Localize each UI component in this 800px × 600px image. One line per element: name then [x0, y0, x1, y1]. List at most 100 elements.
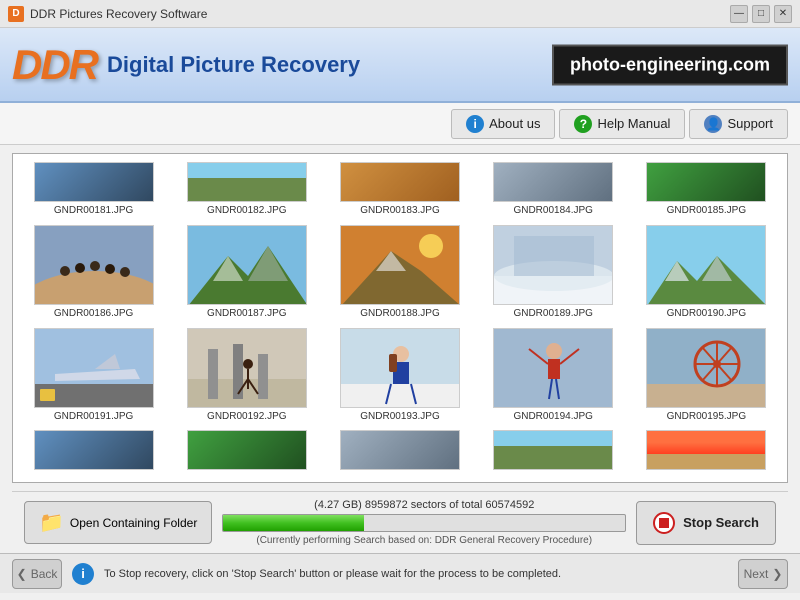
info-icon: i — [466, 115, 484, 133]
list-item[interactable]: GNDR00187.JPG — [174, 225, 319, 320]
list-item[interactable] — [634, 430, 779, 474]
list-item[interactable]: GNDR00185.JPG — [634, 162, 779, 217]
filename: GNDR00184.JPG — [513, 205, 592, 216]
list-item[interactable]: GNDR00188.JPG — [327, 225, 472, 320]
next-button[interactable]: Next ❯ — [738, 559, 788, 589]
image-gallery: GNDR00181.JPG GNDR00182.JPG GNDR00183.JP… — [12, 153, 788, 483]
website-badge: photo-engineering.com — [552, 44, 788, 85]
filename: GNDR00187.JPG — [207, 308, 286, 319]
list-item[interactable]: GNDR00194.JPG — [481, 328, 626, 423]
support-button[interactable]: 👤 Support — [689, 109, 788, 139]
next-label: Next — [744, 567, 769, 581]
list-item[interactable] — [21, 430, 166, 474]
about-us-button[interactable]: i About us — [451, 109, 555, 139]
progress-text: (4.27 GB) 8959872 sectors of total 60574… — [222, 499, 626, 511]
status-message: To Stop recovery, click on 'Stop Search'… — [104, 568, 728, 580]
navbar: i About us ? Help Manual 👤 Support — [0, 103, 800, 145]
thumbnail — [187, 328, 307, 408]
image-grid: GNDR00181.JPG GNDR00182.JPG GNDR00183.JP… — [13, 154, 787, 482]
thumbnail — [493, 328, 613, 408]
list-item[interactable] — [174, 430, 319, 474]
thumbnail — [646, 430, 766, 470]
filename: GNDR00182.JPG — [207, 205, 286, 216]
support-icon: 👤 — [704, 115, 722, 133]
thumbnail — [187, 225, 307, 305]
filename: GNDR00193.JPG — [360, 411, 439, 422]
progress-sub-text: (Currently performing Search based on: D… — [222, 535, 626, 546]
back-button[interactable]: ❮ Back — [12, 559, 62, 589]
thumbnail — [340, 430, 460, 470]
window-controls: — □ ✕ — [730, 5, 792, 23]
thumbnail — [340, 225, 460, 305]
thumbnail — [187, 162, 307, 202]
folder-icon: 📁 — [39, 510, 64, 535]
list-item[interactable]: GNDR00184.JPG — [481, 162, 626, 217]
about-us-label: About us — [489, 116, 540, 131]
filename: GNDR00192.JPG — [207, 411, 286, 422]
stop-label: Stop Search — [683, 515, 759, 530]
status-bar: ❮ Back i To Stop recovery, click on 'Sto… — [0, 553, 800, 593]
list-item[interactable]: GNDR00182.JPG — [174, 162, 319, 217]
filename: GNDR00191.JPG — [54, 411, 133, 422]
list-item[interactable] — [327, 430, 472, 474]
titlebar-title: DDR Pictures Recovery Software — [30, 7, 730, 21]
thumbnail — [34, 225, 154, 305]
filename: GNDR00189.JPG — [513, 308, 592, 319]
open-containing-folder-button[interactable]: 📁 Open Containing Folder — [24, 501, 212, 544]
back-label: Back — [31, 567, 58, 581]
app-icon: D — [8, 6, 24, 22]
list-item[interactable]: GNDR00183.JPG — [327, 162, 472, 217]
progress-area: (4.27 GB) 8959872 sectors of total 60574… — [222, 499, 626, 546]
thumbnail — [34, 430, 154, 470]
help-manual-button[interactable]: ? Help Manual — [559, 109, 685, 139]
website-text: photo-engineering.com — [570, 54, 770, 74]
progress-bar — [222, 514, 626, 532]
thumbnail — [34, 328, 154, 408]
list-item[interactable] — [481, 430, 626, 474]
support-label: Support — [727, 116, 773, 131]
list-item[interactable]: GNDR00195.JPG — [634, 328, 779, 423]
thumbnail — [34, 162, 154, 202]
close-button[interactable]: ✕ — [774, 5, 792, 23]
list-item[interactable]: GNDR00193.JPG — [327, 328, 472, 423]
filename: GNDR00183.JPG — [360, 205, 439, 216]
help-manual-label: Help Manual — [597, 116, 670, 131]
logo-ddr: DDR — [12, 44, 97, 86]
list-item[interactable]: GNDR00192.JPG — [174, 328, 319, 423]
filename: GNDR00186.JPG — [54, 308, 133, 319]
thumbnail — [493, 225, 613, 305]
filename: GNDR00181.JPG — [54, 205, 133, 216]
open-folder-label: Open Containing Folder — [70, 516, 197, 530]
thumbnail — [493, 162, 613, 202]
logo-text: Digital Picture Recovery — [107, 52, 360, 78]
action-bar: 📁 Open Containing Folder (4.27 GB) 89598… — [12, 491, 788, 553]
stop-search-button[interactable]: Stop Search — [636, 501, 776, 545]
progress-bar-fill — [223, 515, 364, 531]
back-arrow-icon: ❮ — [17, 567, 27, 581]
list-item[interactable]: GNDR00190.JPG — [634, 225, 779, 320]
list-item[interactable]: GNDR00191.JPG — [21, 328, 166, 423]
help-icon: ? — [574, 115, 592, 133]
thumbnail — [646, 225, 766, 305]
thumbnail — [340, 328, 460, 408]
stop-icon — [653, 512, 675, 534]
thumbnail — [646, 328, 766, 408]
app-header: DDR Digital Picture Recovery photo-engin… — [0, 28, 800, 103]
list-item[interactable]: GNDR00189.JPG — [481, 225, 626, 320]
filename: GNDR00185.JPG — [667, 205, 746, 216]
list-item[interactable]: GNDR00181.JPG — [21, 162, 166, 217]
next-arrow-icon: ❯ — [772, 567, 782, 581]
logo-area: DDR Digital Picture Recovery — [12, 44, 360, 86]
filename: GNDR00188.JPG — [360, 308, 439, 319]
list-item[interactable]: GNDR00186.JPG — [21, 225, 166, 320]
filename: GNDR00195.JPG — [667, 411, 746, 422]
thumbnail — [493, 430, 613, 470]
titlebar: D DDR Pictures Recovery Software — □ ✕ — [0, 0, 800, 28]
thumbnail — [646, 162, 766, 202]
minimize-button[interactable]: — — [730, 5, 748, 23]
stop-square — [659, 518, 669, 528]
maximize-button[interactable]: □ — [752, 5, 770, 23]
filename: GNDR00194.JPG — [513, 411, 592, 422]
thumbnail — [187, 430, 307, 470]
filename: GNDR00190.JPG — [667, 308, 746, 319]
